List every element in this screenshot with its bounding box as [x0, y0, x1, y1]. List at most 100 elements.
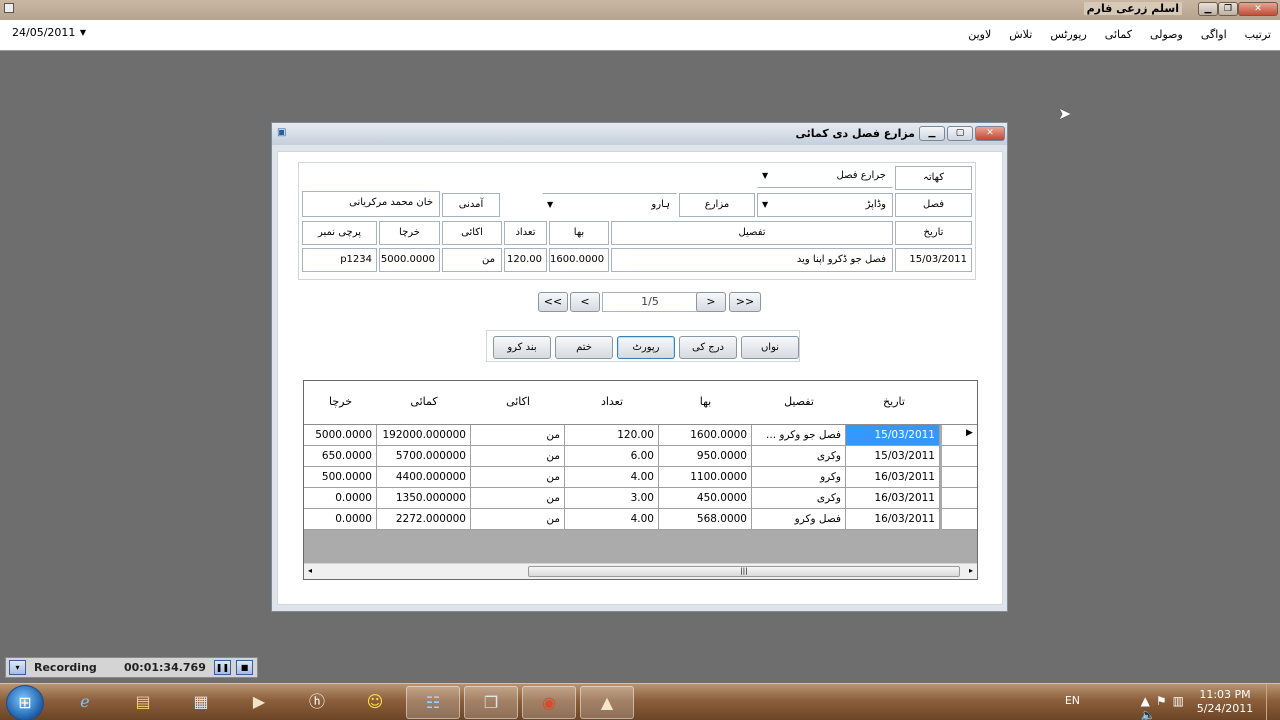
dialog-maximize-button[interactable]: ▢ [947, 126, 973, 141]
grid-header-tareekh[interactable]: تاریخ [848, 395, 940, 408]
nav-first-button[interactable]: << [538, 292, 568, 312]
clock[interactable]: 11:03 PM 5/24/2011 [1194, 688, 1256, 716]
show-desktop-button[interactable] [1266, 684, 1280, 720]
col-ikai-label: اکائی [442, 221, 502, 245]
network-icon[interactable]: ▥ [1173, 694, 1190, 708]
grid-header-ikai[interactable]: اکائی [471, 395, 565, 408]
tareekh-input[interactable]: 15/03/2011 [895, 248, 972, 272]
menu-item-login[interactable]: لاوین [959, 28, 1000, 41]
delete-button[interactable]: ختم [555, 336, 613, 359]
mazara-select[interactable]: ہارو ▼ [542, 193, 677, 217]
cell-tafseel: وکری [752, 488, 846, 509]
taskbar-app-window[interactable]: ❐ [464, 686, 518, 719]
taskbar-media[interactable]: ▶ [232, 686, 286, 719]
scroll-right-icon[interactable]: ▸ [969, 566, 973, 575]
volume-icon[interactable]: 🔈 [1141, 708, 1162, 720]
col-tadaad-label: تعداد [504, 221, 547, 245]
aamadani-field[interactable]: خان محمد مرکریانی [302, 191, 440, 217]
fasl-select[interactable]: وڈاپڑ ▼ [757, 193, 893, 217]
cell-kharcha: 500.0000 [304, 467, 377, 488]
window-icon: ❐ [483, 693, 499, 712]
col-bha-label: بھا [549, 221, 609, 245]
tafseel-input[interactable]: فصل جو ڈکرو اپنا وید [611, 248, 893, 272]
grid-header-kharcha[interactable]: خرچا [304, 395, 377, 408]
scrollbar-thumb[interactable]: ||| [528, 566, 960, 577]
recorder-menu-button[interactable]: ▾ [9, 660, 26, 675]
row-header[interactable] [942, 488, 977, 509]
menu-item-kamai[interactable]: کمائی [1096, 28, 1141, 41]
chevron-down-icon: ▾ [15, 663, 20, 672]
cell-kamai: 192000.000000 [377, 425, 471, 446]
bha-input[interactable]: 1600.0000 [549, 248, 609, 272]
taskbar-calculator[interactable]: ▦ [174, 686, 228, 719]
dropdown-arrow-icon: ▼ [547, 200, 554, 209]
maximize-button[interactable]: ❐ [1218, 2, 1238, 16]
nav-prev-button[interactable]: < [570, 292, 600, 312]
cell-tafseel: فصل جو وکرو ... [752, 425, 846, 446]
table-row[interactable]: 650.0000 5700.000000 من 6.00 950.0000 وک… [304, 446, 977, 467]
nav-next-button[interactable]: > [696, 292, 726, 312]
app-title-bar: اسلم زرعی فارم ▁ ❐ ✕ [0, 0, 1280, 20]
action-center-icon[interactable]: ⚑ [1156, 694, 1173, 708]
taskbar-ie[interactable]: ℯ [58, 686, 112, 719]
scroll-left-icon[interactable]: ◂ [308, 566, 312, 575]
nav-last-button[interactable]: >> [729, 292, 761, 312]
recording-label: Recording [34, 661, 97, 674]
menu-item-reports[interactable]: رپورٹس [1041, 28, 1095, 41]
parchi-input[interactable]: p1234 [302, 248, 377, 272]
menu-item-adaigi[interactable]: اواگی [1192, 28, 1236, 41]
table-row[interactable]: 5000.0000 192000.000000 من 120.00 1600.0… [304, 425, 977, 446]
table-row[interactable]: 500.0000 4400.000000 من 4.00 1100.0000 و… [304, 467, 977, 488]
grip-icon: ||| [740, 567, 748, 575]
ikai-input[interactable]: من [442, 248, 502, 272]
enter-button[interactable]: درج کی [679, 336, 737, 359]
kharcha-input[interactable]: 5000.0000 [379, 248, 440, 272]
messenger-icon: ☺ [366, 692, 384, 711]
pause-button[interactable]: ❚❚ [214, 660, 231, 675]
windows-logo-icon: ⊞ [18, 693, 32, 712]
grid-header-kamai[interactable]: کمائی [377, 395, 471, 408]
records-grid: تاریخ تفصیل بھا تعداد اکائی کمائی خرچا 5… [303, 380, 978, 580]
window-title: اسلم زرعی فارم [1083, 2, 1182, 15]
crop-income-dialog: ▣ مزارع فصل دی کمائی ▁ ▢ ✕ کھاتہ جرارع ف… [271, 122, 1008, 612]
tadaad-input[interactable]: 120.00 [504, 248, 547, 272]
row-header[interactable] [942, 509, 977, 530]
table-row[interactable]: 0.0000 2272.000000 من 4.00 568.0000 فصل … [304, 509, 977, 530]
menu-item-talash[interactable]: تلاش [1000, 28, 1041, 41]
khata-select[interactable]: جرارع فصل ▼ [757, 164, 893, 188]
close-button[interactable]: ✕ [1238, 2, 1278, 16]
new-button[interactable]: نواں [741, 336, 799, 359]
taskbar-messenger[interactable]: ☺ [348, 686, 402, 719]
taskbar-recorder[interactable]: ◉ [522, 686, 576, 719]
show-hidden-icon[interactable]: ▲ [1141, 694, 1156, 708]
clock-date: 5/24/2011 [1196, 702, 1254, 715]
date-picker[interactable]: 24/05/2011 ▼ [8, 25, 90, 43]
grid-header-bha[interactable]: بھا [659, 395, 752, 408]
cell-kharcha: 650.0000 [304, 446, 377, 467]
close-form-button[interactable]: بند کرو [493, 336, 551, 359]
minimize-button[interactable]: ▁ [1198, 2, 1218, 16]
aamadani-label: آمدنی [442, 193, 500, 217]
table-row[interactable]: 0.0000 1350.000000 من 3.00 450.0000 وکری… [304, 488, 977, 509]
grid-header-tadaad[interactable]: تعداد [565, 395, 659, 408]
row-header[interactable]: ▶ [942, 425, 977, 446]
menu-item-wasooli[interactable]: وصولی [1141, 28, 1192, 41]
taskbar-hp[interactable]: ⓗ [290, 686, 344, 719]
start-button[interactable]: ⊞ [6, 685, 44, 720]
taskbar: ⊞ ℯ ▤ ▦ ▶ ⓗ ☺ ☷ ❐ ◉ ▲ EN ▲⚑▥🔈 11:03 PM 5… [0, 683, 1280, 720]
row-header[interactable] [942, 446, 977, 467]
menu-item-tarteeb[interactable]: ترتیب [1236, 28, 1280, 41]
language-indicator[interactable]: EN [1065, 694, 1080, 707]
taskbar-image[interactable]: ▲ [580, 686, 634, 719]
horizontal-scrollbar[interactable]: ◂ ||| ▸ [304, 563, 977, 579]
grid-header-tafseel[interactable]: تفصیل [752, 395, 846, 408]
taskbar-app-users[interactable]: ☷ [406, 686, 460, 719]
dialog-minimize-button[interactable]: ▁ [919, 126, 945, 141]
pause-icon: ❚❚ [215, 663, 230, 672]
report-button[interactable]: رپورٹ [617, 336, 675, 359]
taskbar-explorer[interactable]: ▤ [116, 686, 170, 719]
row-header[interactable] [942, 467, 977, 488]
dialog-close-button[interactable]: ✕ [975, 126, 1005, 141]
stop-button[interactable]: ■ [236, 660, 253, 675]
media-player-icon: ▶ [252, 692, 266, 711]
